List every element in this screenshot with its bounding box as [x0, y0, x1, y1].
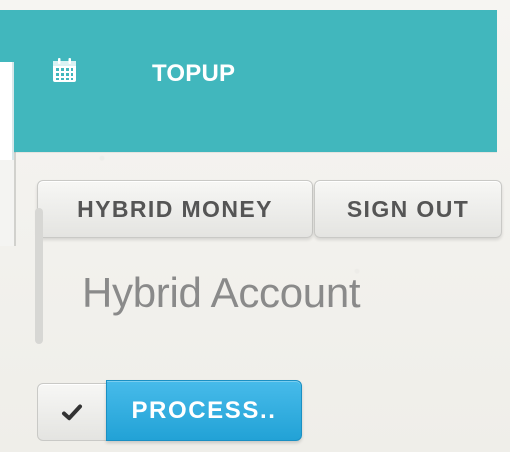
check-icon [62, 404, 82, 421]
calendar-icon [53, 58, 76, 82]
top-header: TOPUP [0, 10, 497, 160]
hybrid-money-button[interactable]: HYBRID MONEY [37, 180, 313, 238]
content-left-rule [35, 208, 43, 344]
process-button[interactable]: PROCESS.. [106, 380, 302, 441]
confirm-checkbox[interactable] [37, 383, 107, 441]
sign-out-button[interactable]: SIGN OUT [314, 180, 502, 238]
left-pane-edge [0, 152, 16, 246]
header-title: TOPUP [152, 60, 236, 87]
header-left-strip [0, 62, 14, 160]
account-label: Hybrid Account [82, 269, 361, 316]
